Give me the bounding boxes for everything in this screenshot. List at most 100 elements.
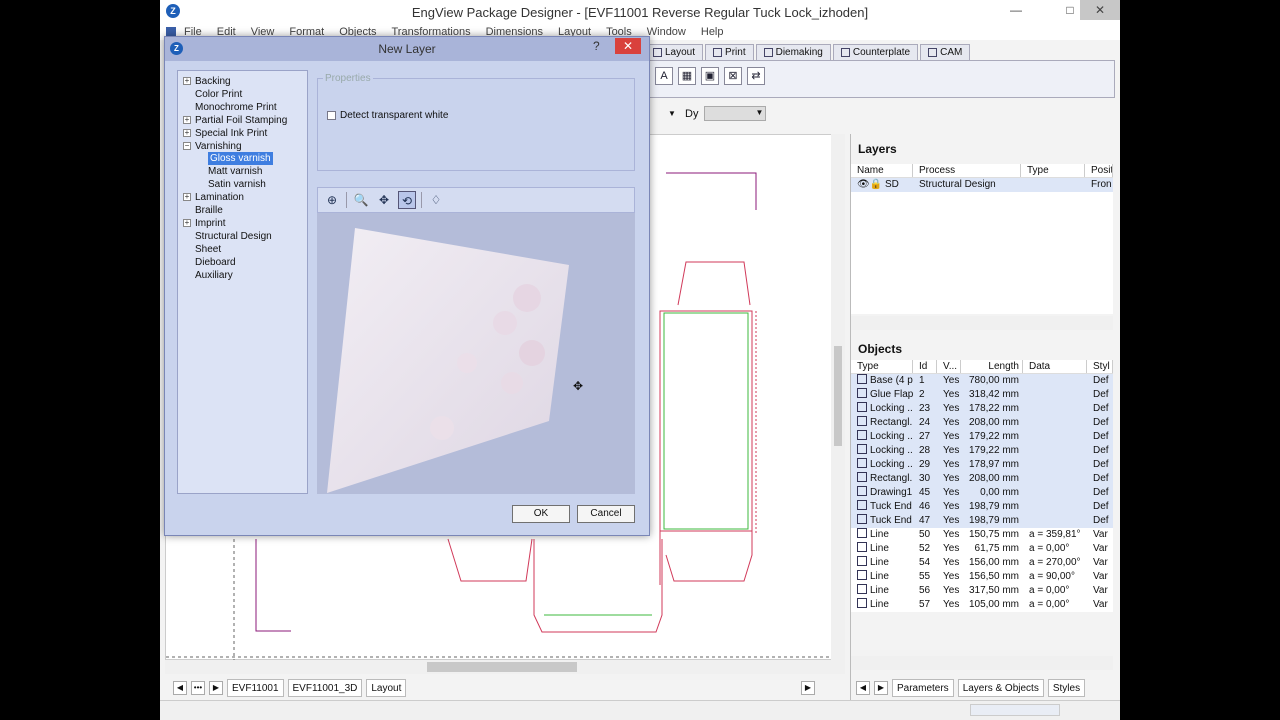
dy-dropdown[interactable]: ▼ xyxy=(704,106,767,121)
text-tool-icon[interactable]: A xyxy=(655,67,673,85)
tree-item[interactable]: Monochrome Print xyxy=(195,101,277,114)
object-row[interactable]: Line 57 Yes 105,00 mm a = 0,00° Var xyxy=(851,598,1113,612)
ok-button[interactable]: OK xyxy=(512,505,570,523)
tree-item[interactable]: Sheet xyxy=(195,243,221,256)
object-row[interactable]: Base (4 p... 1 Yes 780,00 mm Def xyxy=(851,374,1113,388)
col-process[interactable]: Process xyxy=(913,164,1021,177)
col-visible[interactable]: V... xyxy=(937,360,961,373)
object-row[interactable]: Glue Flap 1 2 Yes 318,42 mm Def xyxy=(851,388,1113,402)
object-type: Locking ... xyxy=(851,458,913,472)
zoom-icon[interactable]: 🔍 xyxy=(352,191,370,209)
collapse-icon[interactable]: − xyxy=(183,141,191,150)
tree-item[interactable]: Matt varnish xyxy=(208,165,262,178)
light-icon[interactable]: ♢ xyxy=(427,191,445,209)
eye-icon[interactable]: 👁 xyxy=(857,179,870,190)
object-row[interactable]: Rectangl... 30 Yes 208,00 mm Def xyxy=(851,472,1113,486)
col-id[interactable]: Id xyxy=(913,360,937,373)
image-tool-icon[interactable]: ▣ xyxy=(701,67,719,85)
object-row[interactable]: Line 50 Yes 150,75 mm a = 359,81° Var xyxy=(851,528,1113,542)
tree-item[interactable]: Gloss varnish xyxy=(208,152,273,166)
tab-print[interactable]: Print xyxy=(705,44,754,60)
tree-item[interactable]: Auxiliary xyxy=(195,269,233,282)
object-row[interactable]: Line 56 Yes 317,50 mm a = 0,00° Var xyxy=(851,584,1113,598)
3d-preview[interactable]: ✥ xyxy=(317,213,635,494)
canvas-vertical-scrollbar[interactable] xyxy=(831,134,845,660)
more-tabs-icon[interactable]: ••• xyxy=(191,681,205,695)
col-type[interactable]: Type xyxy=(851,360,913,373)
minimize-button[interactable]: — xyxy=(1002,0,1030,20)
menu-window[interactable]: Window xyxy=(647,26,686,38)
tree-item[interactable]: Satin varnish xyxy=(208,178,266,191)
hatch-tool-icon[interactable]: ▦ xyxy=(678,67,696,85)
tree-item[interactable]: Lamination xyxy=(195,191,244,204)
zoom-fit-icon[interactable]: ⊕ xyxy=(323,191,341,209)
object-row[interactable]: Rectangl... 24 Yes 208,00 mm Def xyxy=(851,416,1113,430)
lock-icon[interactable]: 🔒 xyxy=(870,179,882,190)
expand-icon[interactable]: + xyxy=(183,218,191,227)
transform-tool-icon[interactable]: ⇄ xyxy=(747,67,765,85)
tab-parameters[interactable]: Parameters xyxy=(892,679,954,697)
col-type[interactable]: Type xyxy=(1021,164,1085,177)
layer-row[interactable]: 👁🔒 SD Structural Design Fron xyxy=(851,178,1113,192)
scroll-thumb[interactable] xyxy=(427,662,577,672)
play-icon[interactable]: ▶ xyxy=(801,681,815,695)
tree-item[interactable]: Partial Foil Stamping xyxy=(195,114,287,127)
tab-layers-objects[interactable]: Layers & Objects xyxy=(957,679,1044,697)
pan-icon[interactable]: ✥ xyxy=(375,191,393,209)
object-row[interactable]: Locking ... 23 Yes 178,22 mm Def xyxy=(851,402,1113,416)
tab-layout[interactable]: Layout xyxy=(645,44,704,60)
object-row[interactable]: Tuck End 47 Yes 198,79 mm Def xyxy=(851,514,1113,528)
tab-cam[interactable]: CAM xyxy=(920,44,971,60)
object-row[interactable]: Locking ... 27 Yes 179,22 mm Def xyxy=(851,430,1113,444)
object-row[interactable]: Tuck End 46 Yes 198,79 mm Def xyxy=(851,500,1113,514)
object-row[interactable]: Locking ... 28 Yes 179,22 mm Def xyxy=(851,444,1113,458)
tab-counterplate[interactable]: Counterplate xyxy=(832,44,919,60)
col-name[interactable]: Name xyxy=(851,164,913,177)
dialog-close-button[interactable]: ✕ xyxy=(615,38,641,54)
col-style[interactable]: Styl xyxy=(1087,360,1113,373)
tree-item[interactable]: Backing xyxy=(195,75,231,88)
tree-item[interactable]: Special Ink Print xyxy=(195,127,267,140)
menu-help[interactable]: Help xyxy=(701,26,724,38)
col-data[interactable]: Data xyxy=(1023,360,1087,373)
canvas-horizontal-scrollbar[interactable] xyxy=(165,660,845,674)
objects-scrollbar[interactable] xyxy=(851,656,1113,670)
tree-item[interactable]: Braille xyxy=(195,204,223,217)
object-row[interactable]: Line 52 Yes 61,75 mm a = 0,00° Var xyxy=(851,542,1113,556)
detect-transparent-white-checkbox[interactable] xyxy=(327,111,336,120)
col-position[interactable]: Posit xyxy=(1085,164,1113,177)
dx-dropdown-arrow-icon[interactable]: ▼ xyxy=(665,107,679,121)
expand-icon[interactable]: + xyxy=(183,77,191,85)
tree-item[interactable]: Structural Design xyxy=(195,230,272,243)
doc-tab-evf11001-3d[interactable]: EVF11001_3D xyxy=(287,679,363,697)
close-button[interactable]: ✕ xyxy=(1080,0,1120,20)
prev-icon[interactable]: ◀ xyxy=(856,681,870,695)
help-button[interactable]: ? xyxy=(593,39,600,53)
prev-tab-icon[interactable]: ◀ xyxy=(173,681,187,695)
col-length[interactable]: Length xyxy=(961,360,1023,373)
object-row[interactable]: Drawing1 45 Yes 0,00 mm Def xyxy=(851,486,1113,500)
doc-tab-layout[interactable]: Layout xyxy=(366,679,407,697)
layer-type xyxy=(1021,178,1085,192)
tab-styles[interactable]: Styles xyxy=(1047,679,1086,697)
layers-scrollbar[interactable] xyxy=(851,316,1113,330)
tree-item[interactable]: Color Print xyxy=(195,88,242,101)
expand-icon[interactable]: + xyxy=(183,128,191,137)
object-row[interactable]: Line 55 Yes 156,50 mm a = 90,00° Var xyxy=(851,570,1113,584)
object-row[interactable]: Locking ... 29 Yes 178,97 mm Def xyxy=(851,458,1113,472)
expand-icon[interactable]: + xyxy=(183,193,191,202)
tab-diemaking[interactable]: Diemaking xyxy=(755,44,831,60)
grid-tool-icon[interactable]: ⊠ xyxy=(724,67,742,85)
tree-item[interactable]: Varnishing xyxy=(195,140,242,153)
tree-item[interactable]: Imprint xyxy=(195,217,226,230)
scroll-thumb[interactable] xyxy=(834,346,842,446)
next-tab-icon[interactable]: ▶ xyxy=(209,681,223,695)
object-id: 47 xyxy=(919,515,931,526)
expand-icon[interactable]: + xyxy=(183,115,191,124)
tree-item[interactable]: Dieboard xyxy=(195,256,236,269)
rotate-icon[interactable]: ⟲ xyxy=(398,191,416,209)
object-row[interactable]: Line 54 Yes 156,00 mm a = 270,00° Var xyxy=(851,556,1113,570)
next-icon[interactable]: ▶ xyxy=(874,681,888,695)
doc-tab-evf11001[interactable]: EVF11001 xyxy=(227,679,284,697)
cancel-button[interactable]: Cancel xyxy=(577,505,635,523)
